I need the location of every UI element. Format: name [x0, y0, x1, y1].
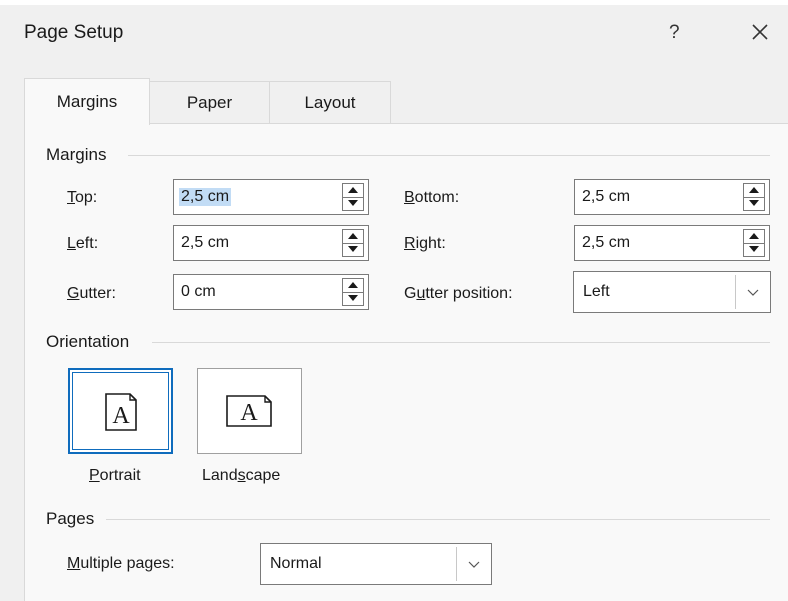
landscape-label: Landscape	[202, 467, 281, 484]
tab-paper[interactable]: Paper	[149, 81, 270, 123]
help-button[interactable]: ?	[669, 22, 680, 44]
multiple-pages-value: Normal	[270, 555, 322, 572]
right-margin-input[interactable]: 2,5 cm	[574, 225, 770, 261]
multiple-pages-label: Multiple pages:	[67, 555, 175, 572]
portrait-label: Portrait	[89, 467, 141, 484]
bottom-margin-spinner[interactable]	[743, 183, 765, 211]
top-label: Top:	[67, 189, 98, 206]
arrow-down-icon	[749, 246, 759, 252]
right-margin-spinner[interactable]	[743, 229, 765, 257]
portrait-button[interactable]: A	[68, 368, 173, 454]
top-margin-increment[interactable]	[343, 184, 363, 198]
close-button[interactable]	[748, 20, 772, 44]
close-icon	[752, 24, 768, 40]
right-margin-decrement[interactable]	[744, 243, 764, 256]
bottom-label: Bottom:	[404, 189, 460, 206]
bottom-margin-decrement[interactable]	[744, 197, 764, 210]
tab-layout-label: Layout	[304, 92, 356, 112]
tab-layout[interactable]: Layout	[269, 81, 391, 123]
left-label: Left:	[67, 235, 99, 252]
gutter-decrement[interactable]	[343, 292, 363, 305]
arrow-up-icon	[348, 233, 358, 239]
dialog-title: Page Setup	[24, 22, 124, 43]
multiple-pages-select[interactable]: Normal	[260, 543, 492, 585]
gutter-spinner[interactable]	[342, 278, 364, 306]
arrow-up-icon	[348, 282, 358, 288]
bottom-margin-input[interactable]: 2,5 cm	[574, 179, 770, 215]
top-margin-spinner[interactable]	[342, 183, 364, 211]
gutter-input[interactable]: 0 cm	[173, 274, 369, 310]
chevron-down-icon	[468, 561, 480, 568]
gutter-value: 0 cm	[181, 283, 216, 300]
right-margin-increment[interactable]	[744, 230, 764, 244]
landscape-page-icon: A	[226, 395, 272, 427]
margins-group-divider	[128, 155, 770, 156]
gutter-label: Gutter:	[67, 285, 116, 302]
margins-group-heading: Margins	[46, 145, 107, 164]
landscape-button[interactable]: A	[197, 368, 302, 454]
arrow-down-icon	[348, 200, 358, 206]
arrow-up-icon	[348, 187, 358, 193]
right-label: Right:	[404, 235, 446, 252]
top-margin-input[interactable]: 2,5 cm	[173, 179, 369, 215]
gutter-increment[interactable]	[343, 279, 363, 293]
top-margin-value: 2,5 cm	[179, 188, 232, 206]
multiple-pages-dropdown-button[interactable]	[456, 547, 491, 581]
arrow-up-icon	[749, 233, 759, 239]
bottom-margin-increment[interactable]	[744, 184, 764, 198]
right-margin-value: 2,5 cm	[582, 234, 631, 251]
left-margin-decrement[interactable]	[343, 243, 363, 256]
portrait-glyph: A	[112, 403, 130, 429]
tab-margins-label: Margins	[56, 92, 118, 111]
window-top-edge	[0, 0, 788, 5]
arrow-down-icon	[749, 200, 759, 206]
gutter-position-select[interactable]: Left	[573, 271, 771, 313]
top-margin-decrement[interactable]	[343, 197, 363, 210]
tab-paper-label: Paper	[186, 92, 233, 112]
landscape-glyph: A	[240, 400, 258, 426]
left-margin-value: 2,5 cm	[181, 234, 230, 251]
arrow-down-icon	[348, 295, 358, 301]
left-margin-input[interactable]: 2,5 cm	[173, 225, 369, 261]
pages-group-heading: Pages	[46, 509, 95, 528]
arrow-down-icon	[348, 246, 358, 252]
orientation-group-divider	[152, 342, 770, 343]
gutter-position-label: Gutter position:	[404, 285, 513, 302]
left-margin-increment[interactable]	[343, 230, 363, 244]
bottom-margin-value: 2,5 cm	[582, 188, 631, 205]
chevron-down-icon	[747, 289, 759, 296]
left-margin-spinner[interactable]	[342, 229, 364, 257]
pages-group-divider	[106, 519, 770, 520]
tab-margins[interactable]: Margins	[24, 78, 150, 125]
arrow-up-icon	[749, 187, 759, 193]
gutter-position-value: Left	[583, 283, 610, 300]
gutter-position-dropdown-button[interactable]	[735, 275, 770, 309]
portrait-page-icon: A	[105, 393, 137, 431]
orientation-group-heading: Orientation	[46, 332, 130, 351]
